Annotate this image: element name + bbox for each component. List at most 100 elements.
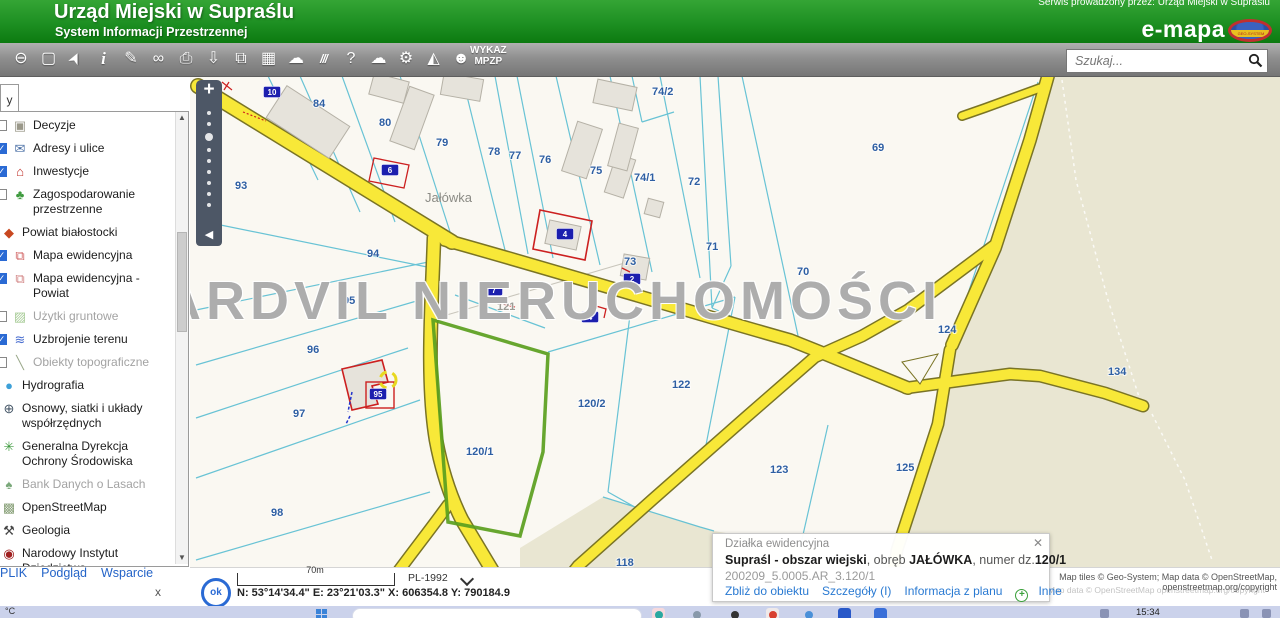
info-icon[interactable]: i	[91, 47, 117, 71]
app-blue-square-icon[interactable]	[838, 608, 851, 618]
sidebar-collapse-button[interactable]: ◀	[196, 224, 222, 246]
layers-tab[interactable]: y	[0, 84, 19, 112]
zoom-slider[interactable]	[196, 101, 222, 217]
layer-row-hydrography[interactable]: ●Hydrografia	[0, 374, 176, 397]
zoom-level-dot[interactable]	[207, 170, 211, 174]
measure-icon[interactable]: ✎	[118, 47, 144, 71]
ok-button[interactable]: ok	[201, 578, 231, 608]
cloud-download-icon[interactable]: ☁	[366, 47, 392, 71]
layer-row-gdos[interactable]: ✳Generalna Dyrekcja Ochrony Środowiska	[0, 435, 176, 473]
layer-checkbox[interactable]	[0, 311, 7, 322]
layer-row-cadastral-map-county[interactable]: ✓⧉Mapa ewidencyjna - Powiat	[0, 267, 176, 305]
app-blue-square2-icon[interactable]	[874, 608, 887, 618]
footer-link-plik[interactable]: PLIK	[0, 566, 27, 580]
app-ring-icon[interactable]	[728, 608, 741, 618]
layer-row-openstreetmap[interactable]: ▩OpenStreetMap	[0, 496, 176, 519]
app-red-icon[interactable]	[766, 608, 779, 618]
popup-link[interactable]: Szczegóły (I)	[822, 584, 891, 598]
sidebar-close[interactable]: x	[155, 585, 161, 599]
layer-row-geology[interactable]: ⚒Geologia	[0, 519, 176, 542]
layer-row-decisions[interactable]: ▣Decyzje	[0, 114, 176, 137]
download-pin-icon[interactable]: ⇩	[201, 47, 227, 71]
search-icon[interactable]	[1248, 53, 1263, 68]
map-canvas[interactable]: 8480797877767574/274/1727371697093949596…	[190, 76, 1280, 606]
print-icon[interactable]: ⎙	[173, 47, 199, 71]
layer-row-geodetic-grids[interactable]: ⊕Osnowy, siatki i układy współrzędnych	[0, 397, 176, 435]
layer-row-land-use[interactable]: ▨Użytki gruntowe	[0, 305, 176, 328]
crs-selector[interactable]: PL-1992	[408, 572, 448, 584]
chevron-down-icon[interactable]	[460, 572, 474, 586]
address-marker[interactable]: 10	[264, 87, 281, 98]
geo-system-logo-icon[interactable]: GEO-SYSTEM	[1228, 19, 1272, 42]
address-marker[interactable]: 7	[486, 285, 503, 296]
layer-checkbox[interactable]	[0, 120, 7, 131]
app-printer-icon[interactable]	[690, 608, 703, 618]
zoom-level-dot[interactable]	[207, 192, 211, 196]
levels-icon[interactable]: ◭	[421, 47, 447, 71]
app-blue-dot-icon[interactable]	[802, 608, 815, 618]
popup-link[interactable]: Inne	[1038, 584, 1061, 598]
footer-link-podgląd[interactable]: Podgląd	[41, 566, 87, 580]
scroll-thumb[interactable]	[177, 232, 187, 332]
tray-icon[interactable]	[1262, 609, 1271, 618]
layer-checkbox[interactable]: ✓	[0, 250, 7, 261]
layer-row-heritage-institute[interactable]: ◉Narodowy Instytut Dziedzictwa	[0, 542, 176, 567]
layer-checkbox[interactable]: ✓	[0, 143, 7, 154]
search-input[interactable]	[1073, 52, 1245, 70]
layout-panels-icon[interactable]: ▦	[256, 47, 282, 71]
tray-icon[interactable]	[1100, 609, 1109, 618]
comment-bubble-icon[interactable]: ☁	[283, 47, 309, 71]
address-marker[interactable]: 4	[557, 229, 574, 240]
zoom-level-dot[interactable]	[207, 111, 211, 115]
wykaz-mpzp-button[interactable]: WYKAZ MPZP	[470, 45, 507, 67]
address-marker[interactable]: 2	[624, 274, 641, 285]
copy-frames-icon[interactable]: ⧉	[228, 47, 254, 71]
cursor-icon[interactable]: ➤	[60, 42, 93, 76]
layer-row-forest-data-bank[interactable]: ♠Bank Danych o Lasach	[0, 473, 176, 496]
hatch-icon[interactable]: ///	[311, 47, 337, 71]
parcel-label: 96	[307, 344, 319, 356]
scroll-up-icon[interactable]: ▲	[176, 112, 188, 124]
taskbar-search-pill[interactable]	[352, 608, 642, 618]
select-area-icon[interactable]: ▢	[36, 47, 62, 71]
add-icon[interactable]: +	[1015, 589, 1028, 602]
link-icon[interactable]: ∞	[146, 47, 172, 71]
layer-checkbox[interactable]: ✓	[0, 273, 7, 284]
close-icon[interactable]: ✕	[1033, 536, 1043, 550]
zoom-level-dot[interactable]	[205, 133, 213, 141]
sidebar-scrollbar[interactable]: ▲ ▼	[175, 112, 188, 564]
footer-link-wsparcie[interactable]: Wsparcie	[101, 566, 153, 580]
windows-start-icon[interactable]	[316, 609, 327, 618]
zoom-level-dot[interactable]	[207, 159, 211, 163]
taskbar-clock[interactable]: 15:34	[1136, 607, 1160, 618]
layer-checkbox[interactable]	[0, 189, 7, 200]
layer-row-cadastral-map[interactable]: ✓⧉Mapa ewidencyjna	[0, 244, 176, 267]
zoom-in-button[interactable]: +	[196, 80, 222, 101]
zoom-out-icon[interactable]: ⊖	[8, 47, 34, 71]
popup-link[interactable]: Informacja z planu	[904, 584, 1002, 598]
layer-checkbox[interactable]: ✓	[0, 334, 7, 345]
popup-link[interactable]: Zbliż do obiektu	[725, 584, 809, 598]
address-marker[interactable]: 4	[582, 312, 599, 323]
emapa-brand[interactable]: e-mapa	[1141, 16, 1225, 43]
zoom-level-dot[interactable]	[207, 148, 211, 152]
zoom-level-dot[interactable]	[207, 181, 211, 185]
app-teal-pink-icon[interactable]	[652, 608, 665, 618]
layer-row-coat-of-arms[interactable]: ◆Powiat białostocki	[0, 221, 176, 244]
layer-checkbox[interactable]: ✓	[0, 166, 7, 177]
zoom-level-dot[interactable]	[207, 122, 211, 126]
layer-row-addresses-streets[interactable]: ✓✉Adresy i ulice	[0, 137, 176, 160]
zoom-level-dot[interactable]	[207, 203, 211, 207]
help-icon[interactable]: ?	[338, 47, 364, 71]
layer-row-investments[interactable]: ✓⌂Inwestycje	[0, 160, 176, 183]
scroll-down-icon[interactable]: ▼	[176, 552, 188, 564]
address-marker[interactable]: 95	[370, 389, 387, 400]
layer-checkbox[interactable]	[0, 357, 7, 368]
tray-icon[interactable]	[1240, 609, 1249, 618]
layer-row-utilities[interactable]: ✓≋Uzbrojenie terenu	[0, 328, 176, 351]
settings-gears-icon[interactable]: ⚙	[393, 47, 419, 71]
weather-widget-fragment[interactable]: °C	[5, 606, 15, 616]
layer-row-topographic-objects[interactable]: ╲Obiekty topograficzne	[0, 351, 176, 374]
address-marker[interactable]: 6	[382, 165, 399, 176]
layer-row-spatial-planning[interactable]: ♣Zagospodarowanie przestrzenne	[0, 183, 176, 221]
